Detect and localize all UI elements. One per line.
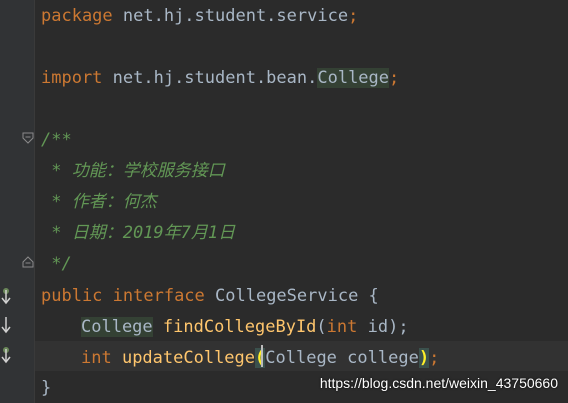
param-type: College <box>265 348 337 368</box>
import-class-name: College <box>317 68 390 88</box>
return-type: int <box>81 348 112 368</box>
close-paren-highlight: ) <box>418 348 430 368</box>
package-name: net.hj.student.service <box>112 6 349 26</box>
implemented-down-arrow-icon[interactable] <box>0 287 12 305</box>
comment-function: * 功能：学校服务接口 <box>41 161 225 181</box>
code-line-close-brace[interactable]: } <box>41 374 51 402</box>
param-type: int <box>326 317 358 337</box>
text-caret <box>261 345 263 367</box>
keyword-import: import <box>41 68 103 88</box>
editor-gutter[interactable] <box>0 0 34 403</box>
code-line-find-method[interactable]: College findCollegeById(int id); <box>81 313 409 341</box>
open-paren: ( <box>316 317 327 337</box>
param-name: id <box>357 317 389 337</box>
keyword-interface: interface <box>102 286 205 306</box>
semicolon: ; <box>389 68 400 88</box>
code-editor[interactable]: package net.hj.student.service; import n… <box>0 0 568 403</box>
code-line-package[interactable]: package net.hj.student.service; <box>41 2 358 30</box>
keyword-public: public <box>41 286 103 306</box>
param-name: college <box>336 348 419 368</box>
interface-name: CollegeService { <box>204 286 379 306</box>
method-name: findCollegeById <box>152 317 317 337</box>
keyword-package: package <box>41 6 113 26</box>
method-name: updateCollege <box>111 348 256 368</box>
code-line-interface[interactable]: public interface CollegeService { <box>41 282 379 310</box>
comment-close: */ <box>41 254 72 274</box>
semicolon: ; <box>348 6 359 26</box>
code-line-import[interactable]: import net.hj.student.bean.College; <box>41 64 399 92</box>
import-path: net.hj.student.bean. <box>102 68 318 88</box>
return-type: College <box>81 317 153 337</box>
fold-icon[interactable] <box>22 256 34 268</box>
implemented-down-arrow-icon[interactable] <box>0 316 12 334</box>
comment-date: * 日期：2019年7月1日 <box>41 223 236 243</box>
comment-open: /** <box>41 130 72 150</box>
comment-author: * 作者：何杰 <box>41 192 157 212</box>
fold-icon[interactable] <box>22 132 34 144</box>
watermark: https://blog.csdn.net/weixin_43750660 <box>319 375 558 391</box>
semicolon: ; <box>429 348 440 368</box>
close-paren: ); <box>388 317 409 337</box>
implemented-down-arrow-icon[interactable] <box>0 346 12 364</box>
